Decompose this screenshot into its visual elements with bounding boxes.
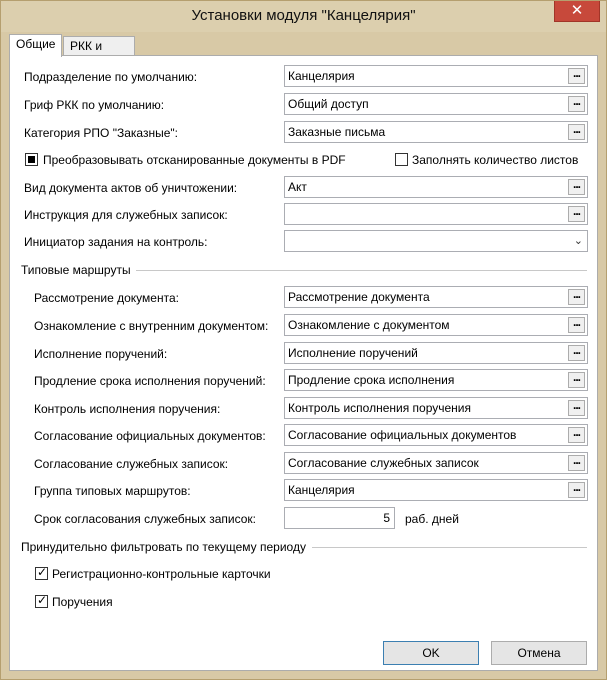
- route-value: Ознакомление с документом: [288, 318, 450, 332]
- ellipsis-icon[interactable]: ...: [568, 178, 585, 195]
- default-security-field[interactable]: Общий доступ ...: [284, 93, 588, 115]
- route-label: Контроль исполнения поручения:: [34, 402, 221, 416]
- default-department-label: Подразделение по умолчанию:: [24, 70, 198, 84]
- cancel-button[interactable]: Отмена: [491, 641, 587, 665]
- memo-instruction-field[interactable]: ...: [284, 203, 588, 225]
- default-security-label: Гриф РКК по умолчанию:: [24, 98, 165, 112]
- control-initiator-label: Инициатор задания на контроль:: [24, 235, 208, 249]
- ellipsis-icon[interactable]: ...: [568, 316, 585, 333]
- route-control-field[interactable]: Контроль исполнения поручения ...: [284, 397, 588, 419]
- filter-group-divider: [312, 547, 587, 548]
- route-value: Канцелярия: [288, 483, 355, 497]
- default-department-value: Канцелярия: [288, 69, 355, 83]
- route-label: Продление срока исполнения поручений:: [34, 374, 266, 388]
- orders-filter-checkbox[interactable]: [35, 593, 48, 608]
- close-icon: ✕: [570, 2, 584, 19]
- chevron-down-icon[interactable]: ⌄: [574, 234, 583, 247]
- tab-rkk-orders[interactable]: РКК и поручения: [63, 36, 136, 71]
- ellipsis-icon[interactable]: ...: [568, 481, 585, 498]
- routes-group-label: Типовые маршруты: [21, 263, 131, 277]
- ellipsis-icon[interactable]: ...: [568, 399, 585, 416]
- route-extension-field[interactable]: Продление срока исполнения ...: [284, 369, 588, 391]
- destruction-act-type-value: Акт: [288, 180, 307, 194]
- rkk-filter-label[interactable]: Регистрационно-контрольные карточки: [52, 567, 271, 581]
- rpo-category-field[interactable]: Заказные письма ...: [284, 121, 588, 143]
- route-memo-approval-field[interactable]: Согласование служебных записок ...: [284, 452, 588, 474]
- title-bar[interactable]: Установки модуля "Канцелярия" ✕: [1, 1, 606, 32]
- rpo-category-value: Заказные письма: [288, 125, 386, 139]
- fill-sheets-checkbox[interactable]: [395, 153, 408, 166]
- default-department-field[interactable]: Канцелярия ...: [284, 65, 588, 87]
- route-official-approval-field[interactable]: Согласование официальных документов ...: [284, 424, 588, 446]
- route-value: Согласование служебных записок: [288, 456, 479, 470]
- route-label: Исполнение поручений:: [34, 347, 168, 361]
- memo-instruction-label: Инструкция для служебных записок:: [24, 208, 228, 222]
- route-label: Группа типовых маршрутов:: [34, 484, 191, 498]
- route-execution-field[interactable]: Исполнение поручений ...: [284, 342, 588, 364]
- rkk-filter-checkbox[interactable]: [35, 565, 48, 580]
- route-label: Согласование служебных записок:: [34, 457, 229, 471]
- ok-button[interactable]: OK: [383, 641, 479, 665]
- route-familiarize-field[interactable]: Ознакомление с документом ...: [284, 314, 588, 336]
- route-label: Ознакомление с внутренним документом:: [34, 319, 269, 333]
- ellipsis-icon[interactable]: ...: [568, 371, 585, 388]
- route-value: Продление срока исполнения: [288, 373, 455, 387]
- filter-group-label: Принудительно фильтровать по текущему пе…: [21, 540, 306, 554]
- route-value: Исполнение поручений: [288, 346, 418, 360]
- ellipsis-icon[interactable]: ...: [568, 67, 585, 84]
- ellipsis-icon[interactable]: ...: [568, 344, 585, 361]
- approval-term-value: 5: [383, 511, 390, 525]
- ellipsis-icon[interactable]: ...: [568, 123, 585, 140]
- fill-sheets-label[interactable]: Заполнять количество листов: [412, 153, 578, 167]
- route-label: Согласование официальных документов:: [34, 429, 266, 443]
- destruction-act-type-label: Вид документа актов об уничтожении:: [24, 181, 238, 195]
- ellipsis-icon[interactable]: ...: [568, 288, 585, 305]
- route-value: Контроль исполнения поручения: [288, 401, 471, 415]
- orders-filter-label[interactable]: Поручения: [52, 595, 113, 609]
- route-value: Рассмотрение документа: [288, 290, 430, 304]
- approval-term-input[interactable]: 5: [284, 507, 395, 529]
- default-security-value: Общий доступ: [288, 97, 369, 111]
- approval-term-unit: раб. дней: [405, 512, 459, 526]
- control-initiator-select[interactable]: ⌄: [284, 230, 588, 252]
- close-button[interactable]: ✕: [554, 1, 600, 22]
- tab-general[interactable]: Общие: [9, 34, 63, 57]
- dialog-window: Установки модуля "Канцелярия" ✕ Общие РК…: [0, 0, 607, 680]
- rpo-category-label: Категория РПО "Заказные":: [24, 126, 178, 140]
- route-group-field[interactable]: Канцелярия ...: [284, 479, 588, 501]
- window-title: Установки модуля "Канцелярия": [191, 7, 416, 24]
- ellipsis-icon[interactable]: ...: [568, 454, 585, 471]
- tab-panel-general: Подразделение по умолчанию: Канцелярия .…: [9, 55, 598, 671]
- route-review-field[interactable]: Рассмотрение документа ...: [284, 286, 588, 308]
- route-label: Рассмотрение документа:: [34, 291, 179, 305]
- convert-pdf-label[interactable]: Преобразовывать отсканированные документ…: [43, 153, 346, 167]
- ellipsis-icon[interactable]: ...: [568, 426, 585, 443]
- ellipsis-icon[interactable]: ...: [568, 205, 585, 222]
- convert-pdf-checkbox[interactable]: [25, 153, 38, 166]
- routes-group-divider: [136, 270, 587, 271]
- approval-term-label: Срок согласования служебных записок:: [34, 512, 257, 526]
- ellipsis-icon[interactable]: ...: [568, 95, 585, 112]
- route-value: Согласование официальных документов: [288, 428, 517, 442]
- destruction-act-type-field[interactable]: Акт ...: [284, 176, 588, 198]
